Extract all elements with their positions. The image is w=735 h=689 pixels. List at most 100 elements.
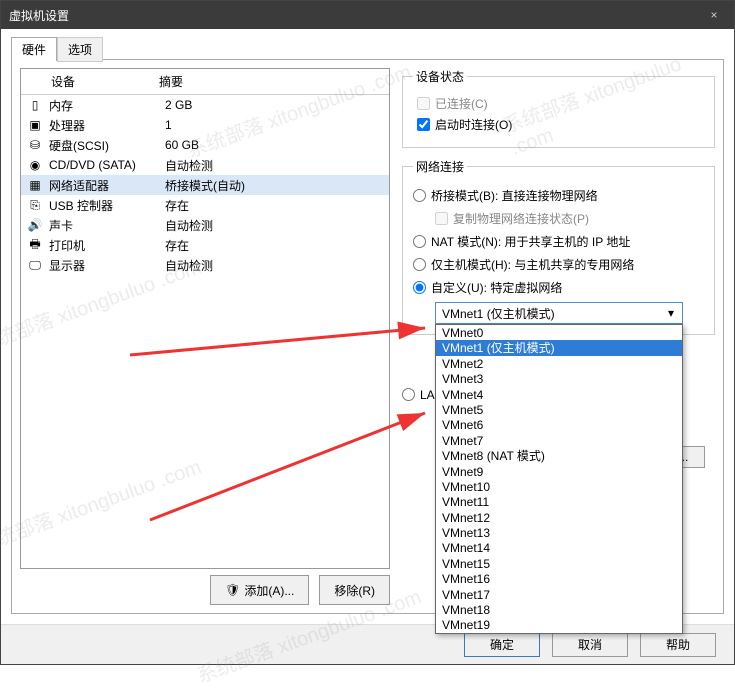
dropdown-option[interactable]: VMnet8 (NAT 模式) [436, 448, 682, 463]
radio-nat-input[interactable] [413, 235, 426, 248]
shield-icon: 🛡 [225, 583, 240, 597]
net-icon: ▦ [27, 177, 43, 193]
device-row[interactable]: 🔊 声卡自动检测 [21, 215, 389, 235]
radio-lan-input[interactable] [402, 388, 415, 401]
dropdown-option[interactable]: VMnet10 [436, 479, 682, 494]
replicate-checkbox: 复制物理网络连接状态(P) [435, 210, 704, 227]
sound-icon: 🔊 [27, 217, 43, 233]
device-name: 内存 [49, 97, 165, 114]
dropdown-option[interactable]: VMnet6 [436, 417, 682, 432]
radio-custom[interactable]: 自定义(U): 特定虚拟网络 [413, 279, 704, 296]
remove-label: 移除(R) [334, 582, 375, 599]
device-row[interactable]: ⛁ 硬盘(SCSI)60 GB [21, 135, 389, 155]
dropdown-option[interactable]: VMnet15 [436, 556, 682, 571]
device-name: USB 控制器 [49, 197, 165, 214]
network-connection-group: 网络连接 桥接模式(B): 直接连接物理网络 复制物理网络连接状态(P) NAT… [402, 158, 715, 335]
dropdown-option[interactable]: VMnet17 [436, 587, 682, 602]
device-name: 处理器 [49, 117, 165, 134]
radio-bridged[interactable]: 桥接模式(B): 直接连接物理网络 [413, 187, 704, 204]
net-legend: 网络连接 [413, 158, 467, 175]
radio-nat-label: NAT 模式(N): 用于共享主机的 IP 地址 [431, 233, 630, 250]
device-row[interactable]: ▯内存2 GB [21, 95, 389, 115]
dropdown-option[interactable]: VMnet11 [436, 494, 682, 509]
device-list: 设备 摘要 ▯内存2 GB▣处理器1⛁硬盘(SCSI)60 GB◉CD/DVD … [20, 68, 390, 569]
close-icon[interactable]: × [702, 8, 726, 22]
radio-hostonly[interactable]: 仅主机模式(H): 与主机共享的专用网络 [413, 256, 704, 273]
device-name: 硬盘(SCSI) [49, 137, 165, 154]
remove-button[interactable]: 移除(R) [319, 575, 390, 605]
radio-hostonly-label: 仅主机模式(H): 与主机共享的专用网络 [431, 256, 634, 273]
connect-on-start-input[interactable] [417, 118, 430, 131]
dropdown-list[interactable]: VMnet0VMnet1 (仅主机模式)VMnet2VMnet3VMnet4VM… [435, 324, 683, 634]
left-pane: 设备 摘要 ▯内存2 GB▣处理器1⛁硬盘(SCSI)60 GB◉CD/DVD … [20, 68, 390, 605]
device-name: 打印机 [49, 237, 165, 254]
device-list-header: 设备 摘要 [21, 69, 389, 95]
dropdown-option[interactable]: VMnet9 [436, 464, 682, 479]
device-row[interactable]: ◉CD/DVD (SATA)自动检测 [21, 155, 389, 175]
radio-nat[interactable]: NAT 模式(N): 用于共享主机的 IP 地址 [413, 233, 704, 250]
connect-on-start-label: 启动时连接(O) [435, 116, 512, 133]
tab-panel: 设备 摘要 ▯内存2 GB▣处理器1⛁硬盘(SCSI)60 GB◉CD/DVD … [11, 59, 724, 614]
device-summary: 桥接模式(自动) [165, 177, 389, 194]
tab-options[interactable]: 选项 [57, 37, 103, 62]
window-title: 虚拟机设置 [9, 7, 702, 24]
device-row[interactable]: ▦网络适配器桥接模式(自动) [21, 175, 389, 195]
ok-button[interactable]: 确定 [464, 633, 540, 657]
cancel-label: 取消 [578, 636, 602, 653]
dropdown-option[interactable]: VMnet18 [436, 602, 682, 617]
radio-bridged-input[interactable] [413, 189, 426, 202]
device-summary: 自动检测 [165, 217, 389, 234]
custom-network-select[interactable]: VMnet1 (仅主机模式) ▾ VMnet0VMnet1 (仅主机模式)VMn… [435, 302, 704, 324]
device-name: CD/DVD (SATA) [49, 158, 165, 172]
device-summary: 存在 [165, 237, 389, 254]
dropdown-option[interactable]: VMnet13 [436, 525, 682, 540]
select-box[interactable]: VMnet1 (仅主机模式) ▾ [435, 302, 683, 324]
connected-checkbox: 已连接(C) [417, 95, 704, 112]
chevron-down-icon[interactable]: ▾ [662, 304, 680, 322]
radio-bridged-label: 桥接模式(B): 直接连接物理网络 [431, 187, 598, 204]
cancel-button[interactable]: 取消 [552, 633, 628, 657]
dropdown-option[interactable]: VMnet14 [436, 540, 682, 555]
device-row[interactable]: 🖵显示器自动检测 [21, 255, 389, 275]
cpu-icon: ▣ [27, 117, 43, 133]
dropdown-option[interactable]: VMnet5 [436, 402, 682, 417]
add-button[interactable]: 🛡 添加(A)... [210, 575, 309, 605]
connect-on-start-checkbox[interactable]: 启动时连接(O) [417, 116, 704, 133]
radio-hostonly-input[interactable] [413, 258, 426, 271]
cd-icon: ◉ [27, 157, 43, 173]
radio-custom-input[interactable] [413, 281, 426, 294]
dropdown-option[interactable]: VMnet19 [436, 617, 682, 632]
device-summary: 存在 [165, 197, 389, 214]
help-label: 帮助 [666, 636, 690, 653]
device-buttons: 🛡 添加(A)... 移除(R) [20, 575, 390, 605]
right-pane: 设备状态 已连接(C) 启动时连接(O) 网络连接 桥接模式(B): 直接连接物… [402, 68, 715, 605]
memory-icon: ▯ [27, 97, 43, 113]
device-name: 显示器 [49, 257, 165, 274]
ok-label: 确定 [490, 636, 514, 653]
dropdown-option[interactable]: VMnet1 (仅主机模式) [436, 340, 682, 355]
printer-icon: 🖶 [27, 237, 43, 253]
dropdown-option[interactable]: VMnet16 [436, 571, 682, 586]
dropdown-option[interactable]: VMnet12 [436, 510, 682, 525]
dropdown-option[interactable]: VMnet0 [436, 325, 682, 340]
display-icon: 🖵 [27, 257, 43, 273]
header-device: 设备 [21, 73, 159, 90]
device-row[interactable]: ▣ 处理器1 [21, 115, 389, 135]
status-legend: 设备状态 [413, 68, 467, 85]
connected-label: 已连接(C) [435, 95, 488, 112]
tab-hardware[interactable]: 硬件 [11, 37, 57, 61]
dropdown-option[interactable]: VMnet3 [436, 371, 682, 386]
device-row[interactable]: ⎘USB 控制器存在 [21, 195, 389, 215]
device-summary: 1 [165, 118, 389, 132]
connected-input [417, 97, 430, 110]
device-name: 声卡 [49, 217, 165, 234]
device-row[interactable]: 🖶 打印机存在 [21, 235, 389, 255]
device-summary: 60 GB [165, 138, 389, 152]
help-button[interactable]: 帮助 [640, 633, 716, 657]
dropdown-option[interactable]: VMnet2 [436, 356, 682, 371]
hdd-icon: ⛁ [27, 137, 43, 153]
dropdown-option[interactable]: VMnet4 [436, 387, 682, 402]
dropdown-option[interactable]: VMnet7 [436, 433, 682, 448]
header-summary: 摘要 [159, 73, 389, 90]
select-value: VMnet1 (仅主机模式) [442, 305, 555, 322]
